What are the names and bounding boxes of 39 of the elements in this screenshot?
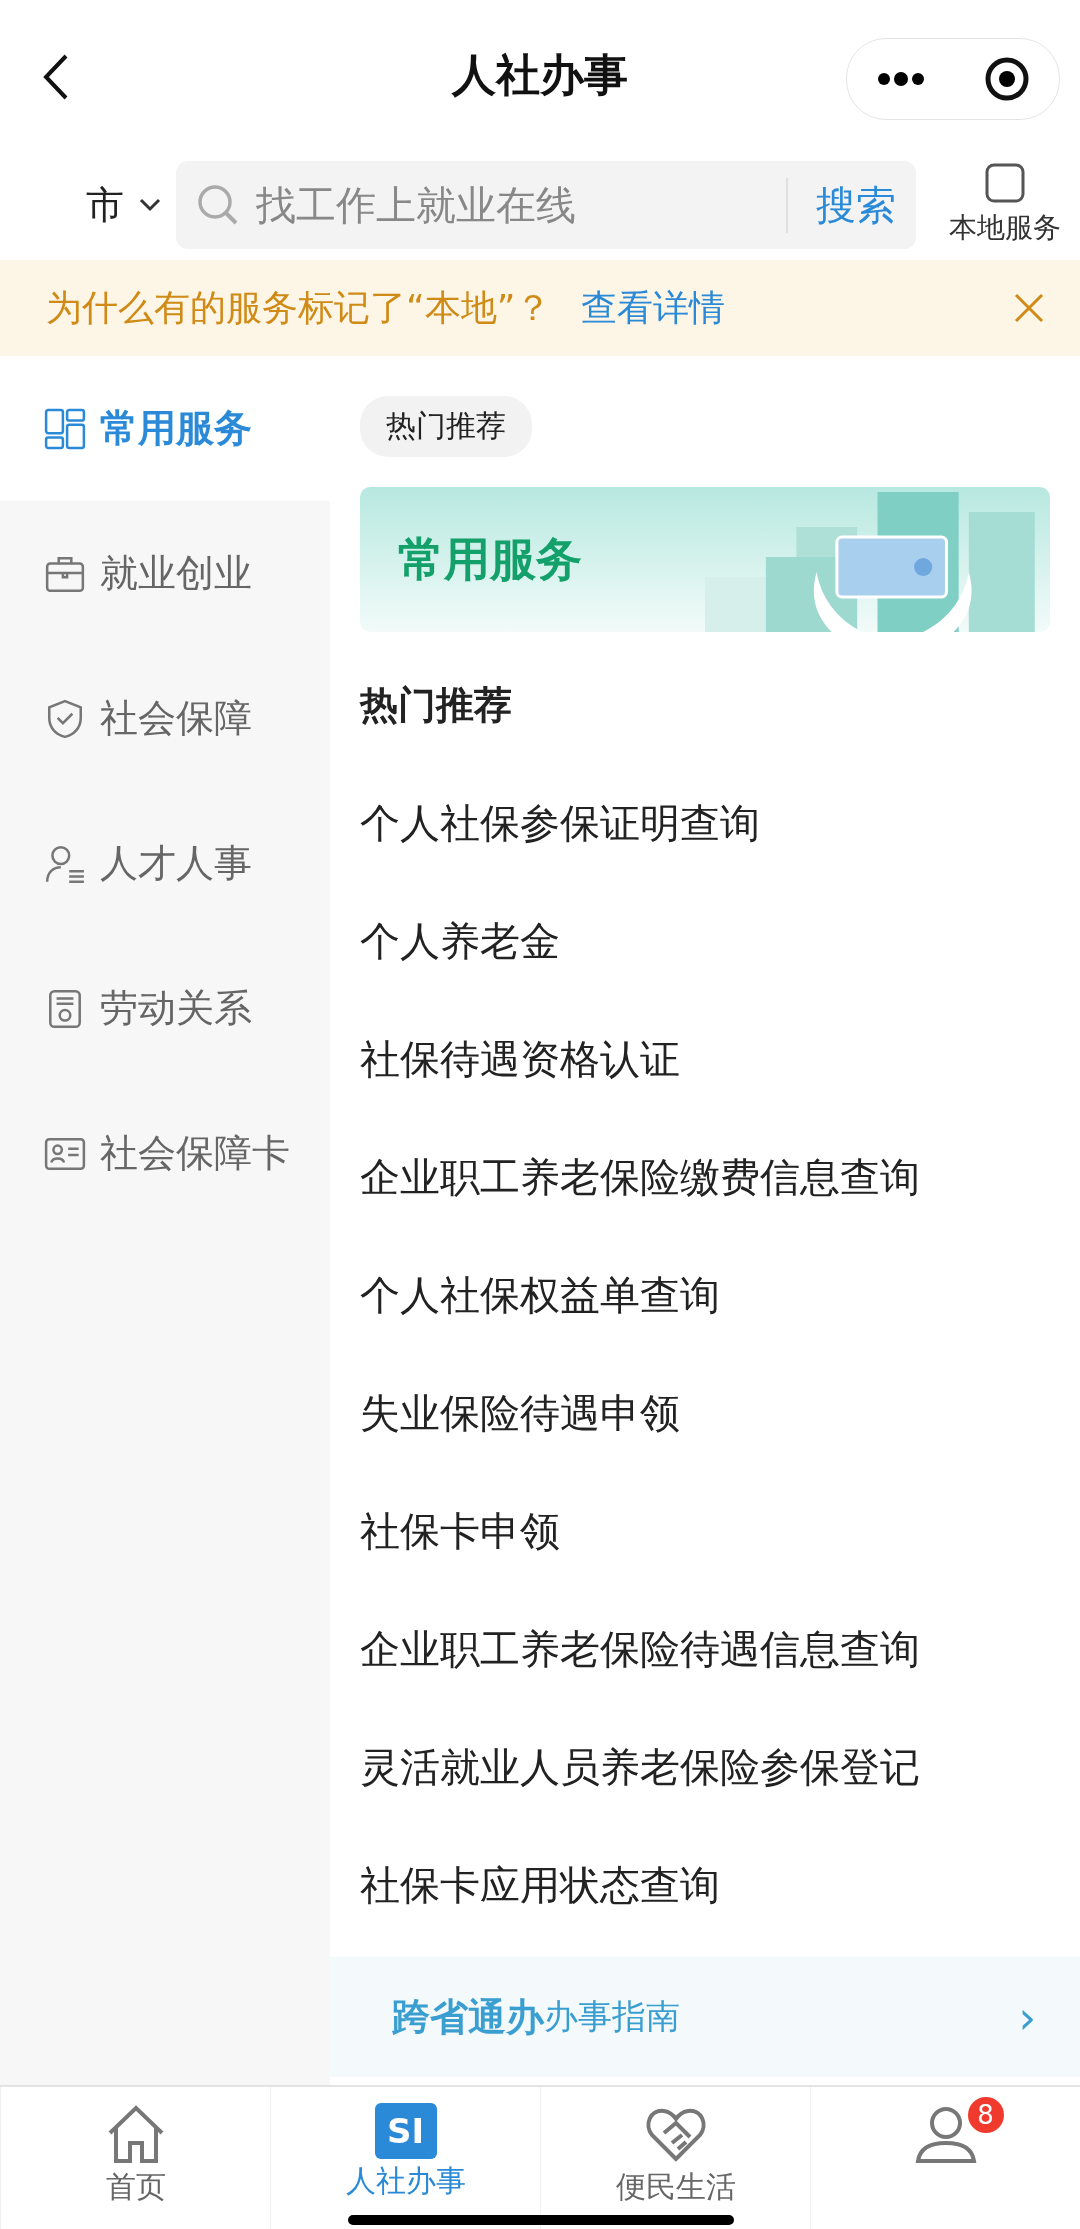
service-item[interactable]: 社保卡申领 [360, 1472, 1050, 1590]
notice-text: 为什么有的服务标记了“本地”？ [46, 285, 552, 330]
sidebar-item[interactable]: 常用服务 [0, 356, 330, 501]
sidebar-item[interactable]: 社会保障 [0, 646, 330, 791]
category-chip[interactable]: 热门推荐 [360, 396, 532, 457]
chevron-right-icon: › [1018, 1991, 1036, 2043]
social-insurance-icon: SI [374, 2103, 437, 2159]
tab-bar-item[interactable]: 首页 [0, 2087, 270, 2229]
chevron-down-icon[interactable] [138, 197, 162, 213]
notification-badge: 8 [967, 2097, 1004, 2133]
details-link[interactable]: 查看详情 [581, 283, 984, 333]
sidebar-item[interactable]: 人才人事 [0, 791, 330, 936]
page-title: 人社办事 [452, 47, 628, 102]
banner-title: 常用服务 [398, 530, 582, 588]
checkbox-icon[interactable] [985, 163, 1025, 203]
service-item[interactable]: 灵活就业人员养老保险参保登记 [360, 1708, 1050, 1826]
search-icon [196, 183, 240, 227]
grid-icon [44, 407, 86, 450]
sidebar-item[interactable]: 就业创业 [0, 501, 330, 646]
guide-subtitle: 办事指南 [544, 1995, 681, 2038]
service-item[interactable]: 个人社保权益单查询 [360, 1236, 1050, 1354]
sidebar-item[interactable]: 劳动关系 [0, 936, 330, 1081]
guide-title: 跨省通办 [392, 1993, 544, 2041]
close-icon[interactable] [1014, 293, 1044, 323]
search-field[interactable]: 找工作上就业在线 搜索 [176, 161, 916, 249]
service-item[interactable]: 个人社保参保证明查询 [360, 764, 1050, 882]
search-button[interactable]: 搜索 [786, 177, 896, 233]
service-item[interactable]: 社保卡应用状态查询 [360, 1826, 1050, 1944]
service-item[interactable]: 个人养老金 [360, 882, 1050, 1000]
service-item[interactable]: 企业职工养老保险缴费信息查询 [360, 1118, 1050, 1236]
service-item[interactable]: 企业职工养老保险待遇信息查询 [360, 1590, 1050, 1708]
service-item[interactable]: 社保待遇资格认证 [360, 1000, 1050, 1118]
sidebar-item[interactable]: 社会保障卡 [0, 1081, 330, 1226]
service-item[interactable]: 失业保险待遇申领 [360, 1354, 1050, 1472]
city-selector[interactable]: 市 [44, 179, 124, 231]
local-service-label: 本地服务 [949, 210, 1061, 246]
more-icon[interactable] [875, 71, 926, 87]
section-title: 热门推荐 [360, 682, 513, 729]
tab-bar-item[interactable]: 8 [810, 2087, 1080, 2229]
